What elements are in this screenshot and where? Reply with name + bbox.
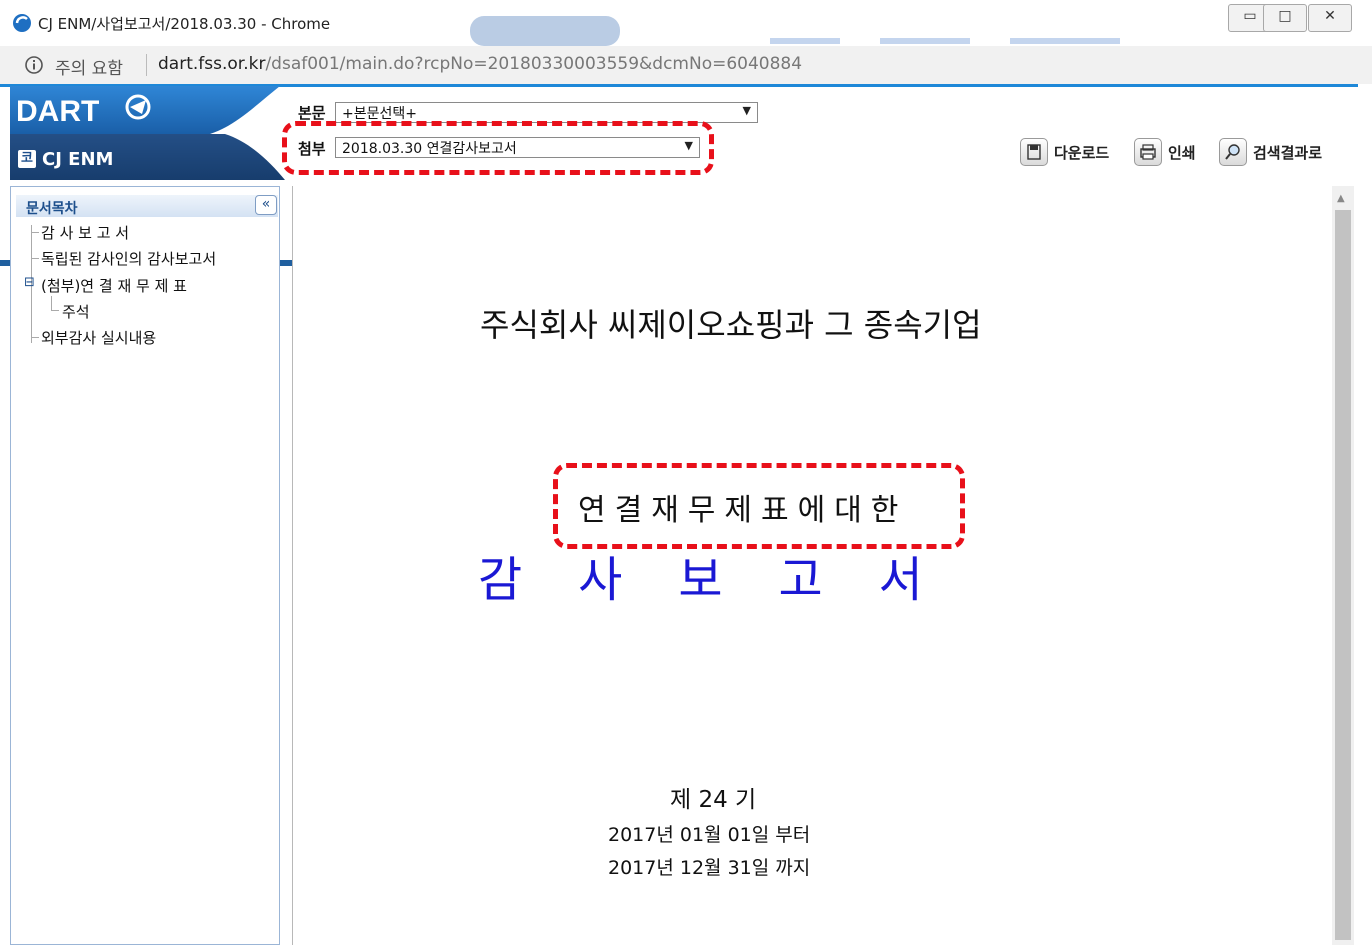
toc-item-audit-report[interactable]: 감 사 보 고 서 (41, 222, 129, 243)
body-select-arrow-icon[interactable]: ▼ (743, 104, 751, 117)
info-icon[interactable] (24, 55, 44, 75)
download-label: 다운로드 (1054, 144, 1110, 162)
toc-tree-branch (31, 232, 39, 233)
url-path: /dsaf001/main.do?rcpNo=20180330003559&dc… (265, 54, 803, 74)
toc-item-external-audit[interactable]: 외부감사 실시내용 (41, 327, 156, 348)
background-page-blur (470, 16, 1120, 46)
toc-item-independent-auditor[interactable]: 독립된 감사인의 감사보고서 (41, 248, 216, 269)
toc-tree-branch (31, 337, 39, 338)
toc-tree-line (51, 296, 52, 310)
close-button[interactable]: ✕ (1308, 4, 1352, 32)
print-label: 인쇄 (1168, 144, 1196, 162)
subtitle-highlight-box (553, 463, 965, 549)
url-host: dart.fss.or.kr (158, 54, 266, 74)
window-title: CJ ENM/사업보고서/2018.03.30 - Chrome (38, 15, 331, 33)
address-bar[interactable]: 주의 요함 dart.fss.or.kr/dsaf001/main.do?rcp… (0, 46, 1372, 85)
toc-title: 문서목차 (26, 201, 78, 217)
dart-logo[interactable]: DART (10, 86, 280, 134)
toc-tree-branch (31, 258, 39, 259)
search-results-label: 검색결과로 (1253, 144, 1323, 162)
body-select[interactable]: +본문선택+ ▼ (335, 102, 758, 123)
maximize-button[interactable]: □ (1263, 4, 1307, 32)
document-period: 제 24 기 (670, 787, 757, 813)
print-icon (1134, 138, 1162, 166)
company-icon: 코 (18, 150, 36, 168)
toc-item-consolidated-statements[interactable]: (첨부)연 결 재 무 제 표 (41, 275, 187, 296)
attach-highlight-box (282, 121, 714, 175)
dart-favicon-icon (13, 14, 31, 32)
company-name: CJ ENM (42, 149, 114, 170)
body-select-label: 본문 (298, 104, 326, 122)
document-to-date: 2017년 12월 31일 까지 (608, 857, 811, 879)
window-titlebar: CJ ENM/사업보고서/2018.03.30 - Chrome ▭ □ ✕ (0, 0, 1372, 47)
dart-logo-text: DART (16, 95, 99, 128)
toc-tree-branch (51, 310, 59, 311)
toc-item-notes[interactable]: 주석 (62, 301, 90, 322)
scroll-up-arrow-icon[interactable]: ▲ (1337, 193, 1345, 204)
scrollbar-thumb[interactable] (1335, 210, 1351, 940)
url-text[interactable]: dart.fss.or.kr/dsaf001/main.do?rcpNo=201… (158, 54, 802, 74)
body-select-value: +본문선택+ (342, 106, 417, 122)
toc-expand-toggle-icon[interactable]: ⊟ (24, 275, 35, 290)
document-from-date: 2017년 01월 01일 부터 (608, 824, 811, 846)
window-right-edge (1358, 84, 1372, 945)
save-icon (1020, 138, 1048, 166)
magnifier-icon (1219, 138, 1247, 166)
document-main-title: 감사보고서 (478, 552, 979, 608)
collapse-sidebar-button[interactable]: « (255, 195, 277, 215)
security-warning[interactable]: 주의 요함 (55, 54, 123, 79)
address-separator (146, 54, 147, 76)
document-company: 주식회사 씨제이오쇼핑과 그 종속기업 (480, 306, 982, 344)
